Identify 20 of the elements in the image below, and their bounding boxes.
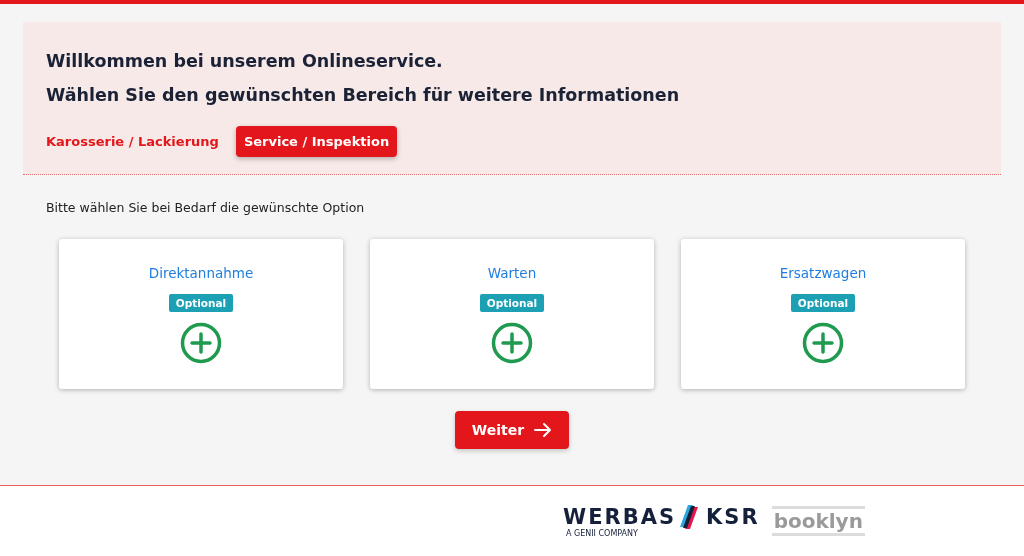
option-title: Ersatzwagen (779, 265, 867, 281)
brand-logo-text: KSR (706, 504, 760, 529)
optional-badge: Optional (790, 294, 856, 312)
optional-badge: Optional (168, 294, 234, 312)
option-title: Warten (487, 265, 537, 281)
add-icon[interactable] (180, 322, 222, 364)
arrow-right-icon (534, 422, 553, 438)
category-tab[interactable]: Service / Inspektion (235, 126, 398, 157)
welcome-heading: Wählen Sie den gewünschten Bereich für weitere Informationen (46, 84, 681, 107)
partner-logo-text: booklyn (771, 506, 865, 536)
instruction-text: Bitte wählen Sie bei Bedarf die gewünschte Option (46, 200, 366, 215)
category-tab[interactable]: Karosserie / Lackierung (46, 126, 219, 157)
add-icon[interactable] (802, 322, 844, 364)
optional-badge: Optional (479, 294, 545, 312)
add-icon[interactable] (491, 322, 533, 364)
next-button[interactable]: Weiter (455, 411, 569, 449)
welcome-heading: Willkommen bei unserem Onlineservice. (46, 50, 444, 73)
brand-logo-text: WERBAS (563, 504, 677, 529)
company-tagline: A GENII COMPANY (566, 528, 639, 538)
option-title: Direktannahme (148, 265, 254, 281)
